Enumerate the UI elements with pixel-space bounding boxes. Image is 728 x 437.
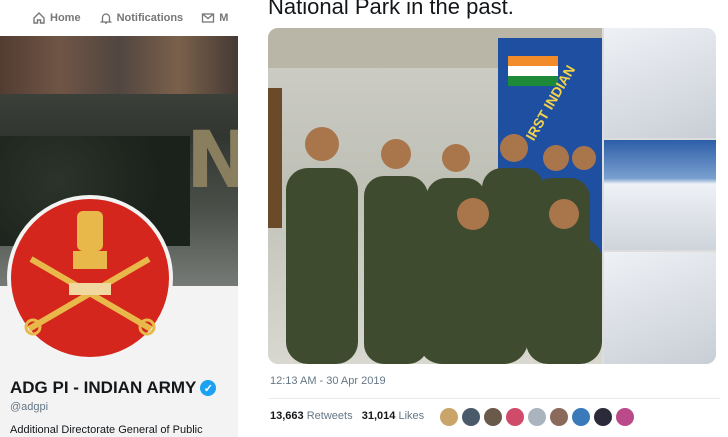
nav-messages-label: M — [219, 12, 229, 24]
liker-avatar[interactable] — [572, 408, 590, 426]
tweet-photo-main[interactable]: IRST INDIAN — [268, 28, 602, 364]
liker-avatar[interactable] — [506, 408, 524, 426]
crossed-swords-emblem-icon — [24, 211, 156, 336]
home-icon — [33, 12, 45, 24]
soldiers-group-photo: IRST INDIAN — [268, 28, 602, 364]
profile-handle[interactable]: @adgpi — [10, 401, 48, 413]
profile-name-text: ADG PI - INDIAN ARMY — [10, 378, 197, 397]
liker-avatar[interactable] — [440, 408, 458, 426]
tweet-photo-footprints-2[interactable] — [604, 140, 716, 250]
profile-name[interactable]: ADG PI - INDIAN ARMY ✓ — [10, 378, 217, 398]
liker-avatar[interactable] — [594, 408, 612, 426]
tweet-photo-grid: IRST INDIAN — [268, 28, 716, 364]
bell-icon — [99, 13, 112, 24]
profile-bio: Additional Directorate General of Public — [10, 424, 203, 436]
likers-avatars — [440, 408, 634, 426]
liker-avatar[interactable] — [484, 408, 502, 426]
nav-home[interactable]: Home — [32, 11, 81, 25]
nav-messages[interactable]: M — [201, 11, 228, 25]
tweet-timestamp[interactable]: 12:13 AM - 30 Apr 2019 — [270, 375, 386, 387]
retweet-count[interactable]: 13,663 — [270, 410, 304, 422]
tweet-stats: 13,663 Retweets 31,014 Likes — [270, 410, 424, 422]
divider — [268, 398, 720, 399]
liker-avatar[interactable] — [462, 408, 480, 426]
banner-letter: N — [186, 116, 238, 206]
tweet-photo-footprints-1[interactable] — [604, 28, 716, 138]
like-count[interactable]: 31,014 — [362, 410, 396, 422]
army-emblem-avatar[interactable] — [7, 195, 173, 361]
tweet-text: National Park in the past. — [268, 0, 514, 19]
nav-notifications-label: Notifications — [116, 12, 184, 24]
banner-crowd-image — [0, 36, 238, 94]
nav-home-label: Home — [50, 12, 81, 24]
envelope-icon — [202, 13, 215, 23]
tweet-photo-footprints-3[interactable] — [604, 252, 716, 364]
top-nav: Home Notifications M — [0, 0, 238, 36]
retweets-label[interactable]: Retweets — [307, 410, 353, 422]
likes-label[interactable]: Likes — [398, 410, 424, 422]
liker-avatar[interactable] — [616, 408, 634, 426]
liker-avatar[interactable] — [550, 408, 568, 426]
verified-badge-icon: ✓ — [200, 380, 217, 396]
liker-avatar[interactable] — [528, 408, 546, 426]
profile-sidebar: N Home Notifications M ADG PI - INDIAN A… — [0, 0, 238, 437]
nav-notifications[interactable]: Notifications — [99, 11, 184, 25]
